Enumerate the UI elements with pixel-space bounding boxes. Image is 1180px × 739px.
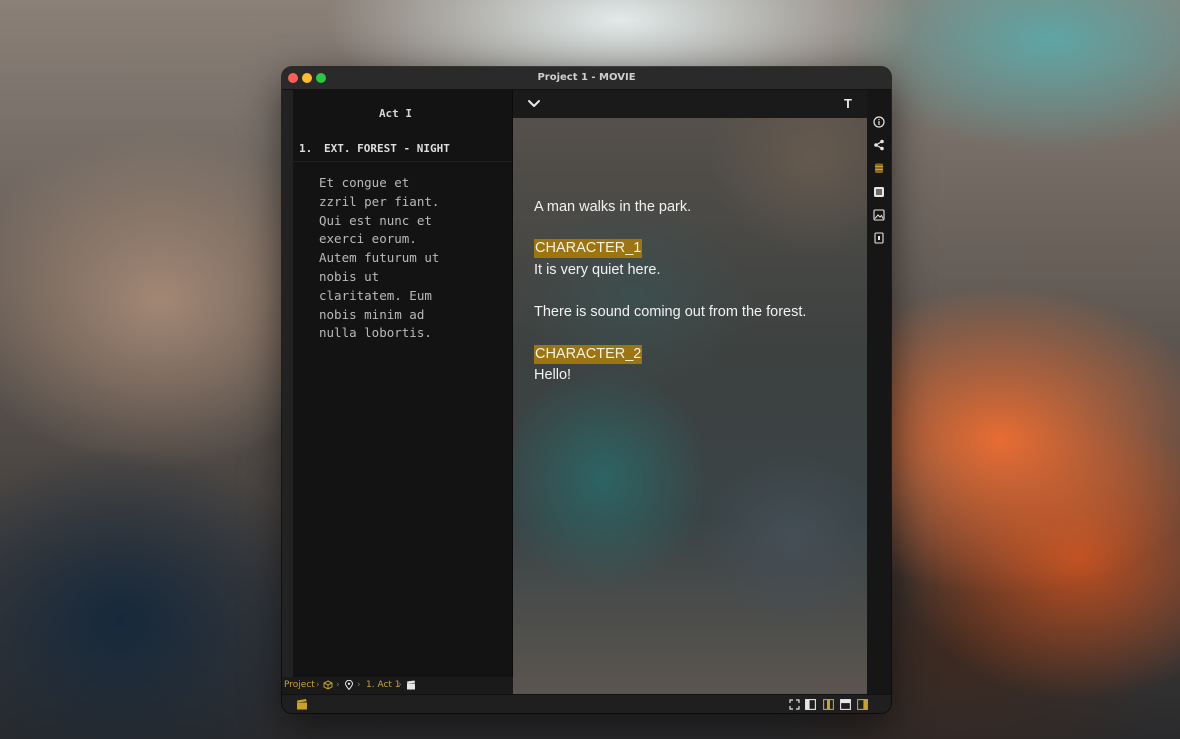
breadcrumb-separator: ›	[398, 680, 402, 690]
breadcrumb-separator: ›	[336, 680, 340, 690]
database-icon[interactable]	[873, 162, 885, 174]
scene-heading: EXT. FOREST - NIGHT	[324, 142, 450, 155]
breadcrumb-separator: ›	[316, 680, 320, 690]
info-icon[interactable]	[873, 116, 885, 128]
share-icon[interactable]	[873, 139, 885, 151]
dialogue-line[interactable]: It is very quiet here.	[534, 262, 661, 278]
synopsis-line: nobis ut	[319, 268, 380, 284]
scene-item[interactable]: 1. EXT. FOREST - NIGHT	[293, 133, 512, 162]
scene-number: 1.	[299, 142, 313, 155]
text-format-button[interactable]: T	[844, 96, 852, 111]
right-panel-icon[interactable]	[857, 699, 868, 710]
location-pin-icon[interactable]	[344, 680, 354, 690]
synopsis-line: Et congue et	[319, 175, 410, 190]
window-title: Project 1 - MOVIE	[537, 72, 636, 83]
left-panel-icon[interactable]	[805, 699, 816, 710]
synopsis-line: nulla lobortis.	[319, 325, 432, 341]
clapperboard-icon[interactable]	[406, 680, 416, 690]
synopsis-line: claritatem. Eum	[319, 287, 432, 303]
breadcrumb-scene[interactable]: 1. Act 1	[366, 680, 401, 690]
character-name: CHARACTER_2	[534, 345, 643, 364]
phone-icon[interactable]	[873, 232, 885, 244]
outline-panel: Act I 1. EXT. FOREST - NIGHT Et congue e…	[293, 90, 512, 677]
breadcrumb-separator: ›	[357, 680, 361, 690]
bottom-bar	[282, 694, 891, 713]
character-line[interactable]: CHARACTER_2	[534, 345, 643, 364]
synopsis-line: zzril per fiant.	[319, 193, 440, 209]
editor-toolbar: T	[513, 90, 867, 118]
synopsis-line: Autem futurum ut	[319, 250, 440, 266]
action-line[interactable]: A man walks in the park.	[534, 199, 691, 215]
clapperboard-icon[interactable]	[296, 698, 308, 710]
script-editor[interactable]: A man walks in the park. CHARACTER_1 It …	[513, 118, 867, 694]
breadcrumb: Project › › › 1. Act 1 ›	[282, 677, 513, 694]
synopsis-line: nobis minim ad	[319, 306, 425, 322]
app-window: Project 1 - MOVIE Act I 1. EXT. FOREST -…	[282, 67, 891, 713]
image-icon[interactable]	[873, 209, 885, 221]
list-icon[interactable]	[873, 186, 885, 198]
synopsis-line: Qui est nunc et	[319, 212, 432, 228]
breadcrumb-project[interactable]: Project	[284, 680, 315, 690]
chevron-down-icon[interactable]	[527, 98, 541, 110]
right-sidebar	[867, 90, 891, 694]
act-title[interactable]: Act I	[293, 107, 498, 120]
character-line[interactable]: CHARACTER_1	[534, 239, 643, 258]
scene-synopsis[interactable]: Et congue et zzril per fiant. Qui est nu…	[319, 174, 489, 343]
left-gutter	[282, 90, 293, 677]
character-name: CHARACTER_1	[534, 239, 643, 258]
center-panel-icon[interactable]	[823, 699, 834, 710]
synopsis-line: exerci eorum.	[319, 231, 417, 247]
title-bar[interactable]: Project 1 - MOVIE	[282, 67, 891, 90]
action-line[interactable]: There is sound coming out from the fores…	[534, 304, 806, 320]
dialogue-line[interactable]: Hello!	[534, 367, 571, 383]
cube-icon[interactable]	[323, 680, 333, 690]
top-panel-icon[interactable]	[840, 699, 851, 710]
fullscreen-icon[interactable]	[789, 699, 800, 710]
